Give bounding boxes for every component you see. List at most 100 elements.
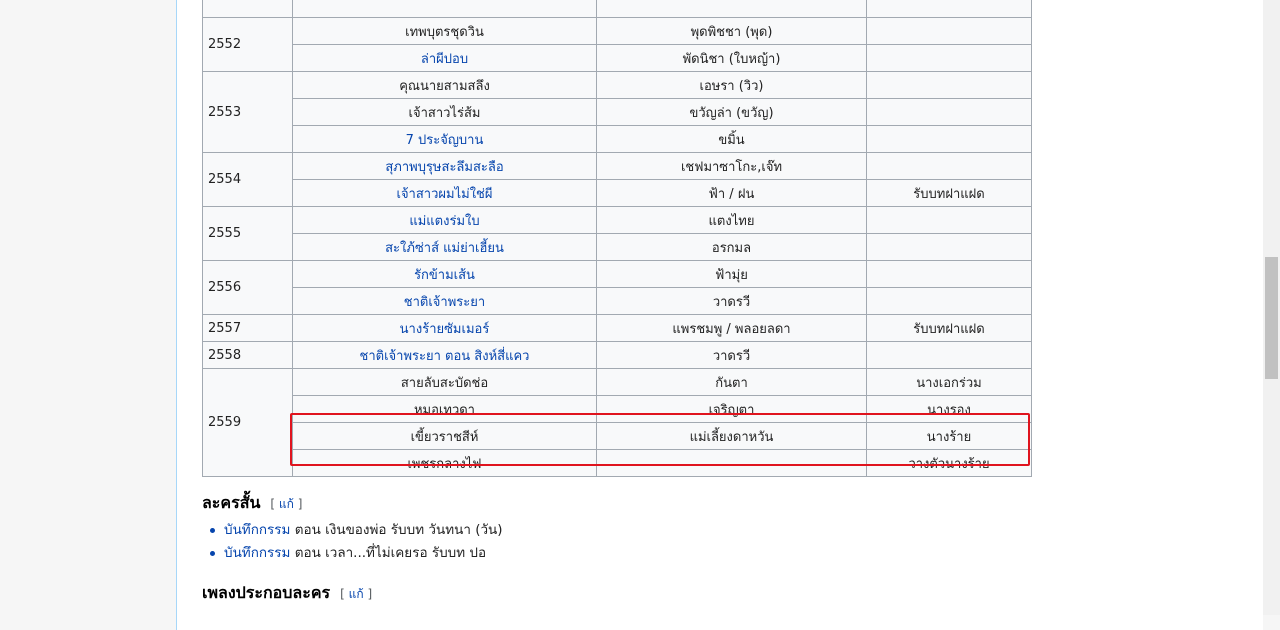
table-row: 2559 สายลับสะบัดช่อ กันตา นางเอกร่วม bbox=[202, 368, 1032, 477]
table-cell bbox=[202, 0, 293, 18]
drama-link[interactable]: บันทึกกรรม bbox=[224, 522, 290, 538]
year-cell: 2557 bbox=[202, 314, 293, 342]
year-cell: 2552 bbox=[202, 17, 293, 72]
list-item-text: ตอน เงินของพ่อ รับบท วันทนา (วัน) bbox=[290, 522, 503, 538]
table-row: เจ้าสาวไร่ส้ม ขวัญล่า (ขวัญ) bbox=[203, 98, 1032, 126]
title-cell: ล่าผีปอบ bbox=[292, 44, 597, 72]
title-cell: ชาติเจ้าพระยา bbox=[292, 287, 597, 315]
section-title: ละครสั้น bbox=[202, 493, 261, 512]
drama-link[interactable]: 7 ประจัญบาน bbox=[406, 133, 484, 148]
role-cell: กันตา bbox=[596, 368, 867, 396]
edit-link[interactable]: แก้ bbox=[279, 497, 294, 511]
table-row: 2554 สุภาพบุรุษสะลึมสะลือ เชฟมาซาโกะ,เจ๊… bbox=[202, 152, 1032, 207]
title-cell: เทพบุตรชุดวิน bbox=[292, 17, 597, 45]
note-cell bbox=[866, 287, 1032, 315]
role-cell: พัดนิชา (ใบหญ้า) bbox=[596, 44, 867, 72]
role-cell: วาดรวี bbox=[596, 287, 867, 315]
bullet-icon bbox=[210, 528, 215, 533]
role-cell: แพรชมพู / พลอยลดา bbox=[596, 314, 867, 342]
role-cell: วาดรวี bbox=[596, 341, 867, 369]
note-cell bbox=[866, 125, 1032, 153]
note-cell: นางร้าย bbox=[866, 422, 1032, 450]
drama-link[interactable]: แม่แตงร่มใบ bbox=[409, 214, 479, 229]
drama-link[interactable]: บันทึกกรรม bbox=[224, 545, 290, 561]
songs-heading: เพลงประกอบละคร [ แก้ ] bbox=[202, 581, 372, 606]
title-cell: สะใภ้ซ่าส์ แม่ย่าเฮี้ยน bbox=[292, 233, 597, 261]
table-row bbox=[202, 0, 1032, 18]
title-cell: เพชรกลางไฟ bbox=[292, 449, 597, 477]
role-cell: อรกมล bbox=[596, 233, 867, 261]
note-cell bbox=[866, 98, 1032, 126]
note-cell bbox=[866, 206, 1032, 234]
year-cell: 2555 bbox=[202, 206, 293, 261]
title-cell: ชาติเจ้าพระยา ตอน สิงห์สี่แคว bbox=[292, 341, 597, 369]
role-cell: เจริญตา bbox=[596, 395, 867, 423]
note-cell: นางเอกร่วม bbox=[866, 368, 1032, 396]
year-cell: 2553 bbox=[202, 71, 293, 153]
title-cell: สายลับสะบัดช่อ bbox=[292, 368, 597, 396]
bullet-icon bbox=[210, 551, 215, 556]
table-row: 7 ประจัญบาน ขมิ้น bbox=[203, 125, 1032, 153]
drama-link[interactable]: ชาติเจ้าพระยา ตอน สิงห์สี่แคว bbox=[360, 349, 530, 364]
role-cell: ฟ้ามุ่ย bbox=[596, 260, 867, 288]
table-row: 2555 แม่แตงร่มใบ แตงไทย bbox=[202, 206, 1032, 261]
vertical-scrollbar[interactable] bbox=[1263, 0, 1280, 615]
drama-link[interactable]: เจ้าสาวผมไม่ใช่ผี bbox=[397, 187, 493, 202]
table-row: หมอเทวดา เจริญตา นางรอง bbox=[203, 395, 1032, 423]
drama-link[interactable]: ชาติเจ้าพระยา bbox=[404, 295, 485, 310]
drama-link[interactable]: รักข้ามเส้น bbox=[414, 268, 475, 283]
title-cell: หมอเทวดา bbox=[292, 395, 597, 423]
note-cell: นางรอง bbox=[866, 395, 1032, 423]
table-cell bbox=[292, 0, 597, 18]
title-cell: เจ้าสาวผมไม่ใช่ผี bbox=[292, 179, 597, 207]
article-content: 2552 เทพบุตรชุดวิน พุดพิชชา (พุด) ล่าผีป… bbox=[176, 0, 1263, 630]
table-row: 2557 นางร้ายซัมเมอร์ แพรชมพู / พลอยลดา ร… bbox=[202, 314, 1032, 342]
note-cell bbox=[866, 44, 1032, 72]
drama-link[interactable]: สะใภ้ซ่าส์ แม่ย่าเฮี้ยน bbox=[385, 241, 504, 256]
role-cell: พุดพิชชา (พุด) bbox=[596, 17, 867, 45]
role-cell: แม่เลี้ยงดาหวัน bbox=[596, 422, 867, 450]
list-item-text: ตอน เวลา...ที่ไม่เคยรอ รับบท ปอ bbox=[290, 545, 487, 561]
list-item: บันทึกกรรม ตอน เวลา...ที่ไม่เคยรอ รับบท … bbox=[202, 543, 503, 566]
table-row: ล่าผีปอบ พัดนิชา (ใบหญ้า) bbox=[203, 44, 1032, 72]
role-cell: ขวัญล่า (ขวัญ) bbox=[596, 98, 867, 126]
role-cell: เอษรา (วิว) bbox=[596, 71, 867, 99]
table-row: 2558 ชาติเจ้าพระยา ตอน สิงห์สี่แคว วาดรว… bbox=[202, 341, 1032, 369]
title-cell: คุณนายสามสลึง bbox=[292, 71, 597, 99]
edit-section: [ แก้ ] bbox=[270, 497, 302, 511]
short-dramas-heading: ละครสั้น [ แก้ ] bbox=[202, 491, 302, 516]
edit-bracket: [ bbox=[270, 497, 279, 511]
note-cell bbox=[866, 17, 1032, 45]
edit-section: [ แก้ ] bbox=[340, 587, 372, 601]
table-row: 2553 คุณนายสามสลึง เอษรา (วิว) bbox=[202, 71, 1032, 153]
title-cell: สุภาพบุรุษสะลึมสะลือ bbox=[292, 152, 597, 180]
title-cell: นางร้ายซัมเมอร์ bbox=[292, 314, 597, 342]
note-cell bbox=[866, 71, 1032, 99]
note-cell: รับบทฝาแฝด bbox=[866, 179, 1032, 207]
year-cell: 2554 bbox=[202, 152, 293, 207]
scrollbar-thumb[interactable] bbox=[1265, 257, 1278, 379]
edit-bracket: [ bbox=[340, 587, 349, 601]
title-cell: รักข้ามเส้น bbox=[292, 260, 597, 288]
edit-link[interactable]: แก้ bbox=[349, 587, 364, 601]
table-cell bbox=[596, 0, 867, 18]
table-cell bbox=[866, 0, 1032, 18]
drama-link[interactable]: สุภาพบุรุษสะลึมสะลือ bbox=[385, 160, 503, 175]
drama-link[interactable]: นางร้ายซัมเมอร์ bbox=[400, 322, 490, 337]
role-cell bbox=[596, 449, 867, 477]
role-cell: ฟ้า / ฝน bbox=[596, 179, 867, 207]
title-cell: เขี้ยวราชสีห์ bbox=[292, 422, 597, 450]
title-cell: แม่แตงร่มใบ bbox=[292, 206, 597, 234]
year-cell: 2558 bbox=[202, 341, 293, 369]
table-row: เพชรกลางไฟ วางตัวนางร้าย bbox=[203, 449, 1032, 477]
note-cell bbox=[866, 341, 1032, 369]
edit-bracket: ] bbox=[293, 497, 303, 511]
table-row: 2552 เทพบุตรชุดวิน พุดพิชชา (พุด) bbox=[202, 17, 1032, 72]
table-row: เจ้าสาวผมไม่ใช่ผี ฟ้า / ฝน รับบทฝาแฝด bbox=[203, 179, 1032, 207]
table-row: เขี้ยวราชสีห์ แม่เลี้ยงดาหวัน นางร้าย bbox=[203, 422, 1032, 450]
table-row: ชาติเจ้าพระยา วาดรวี bbox=[203, 287, 1032, 315]
drama-link[interactable]: ล่าผีปอบ bbox=[421, 52, 468, 67]
list-item: บันทึกกรรม ตอน เงินของพ่อ รับบท วันทนา (… bbox=[202, 520, 503, 543]
role-cell: แตงไทย bbox=[596, 206, 867, 234]
note-cell: วางตัวนางร้าย bbox=[866, 449, 1032, 477]
